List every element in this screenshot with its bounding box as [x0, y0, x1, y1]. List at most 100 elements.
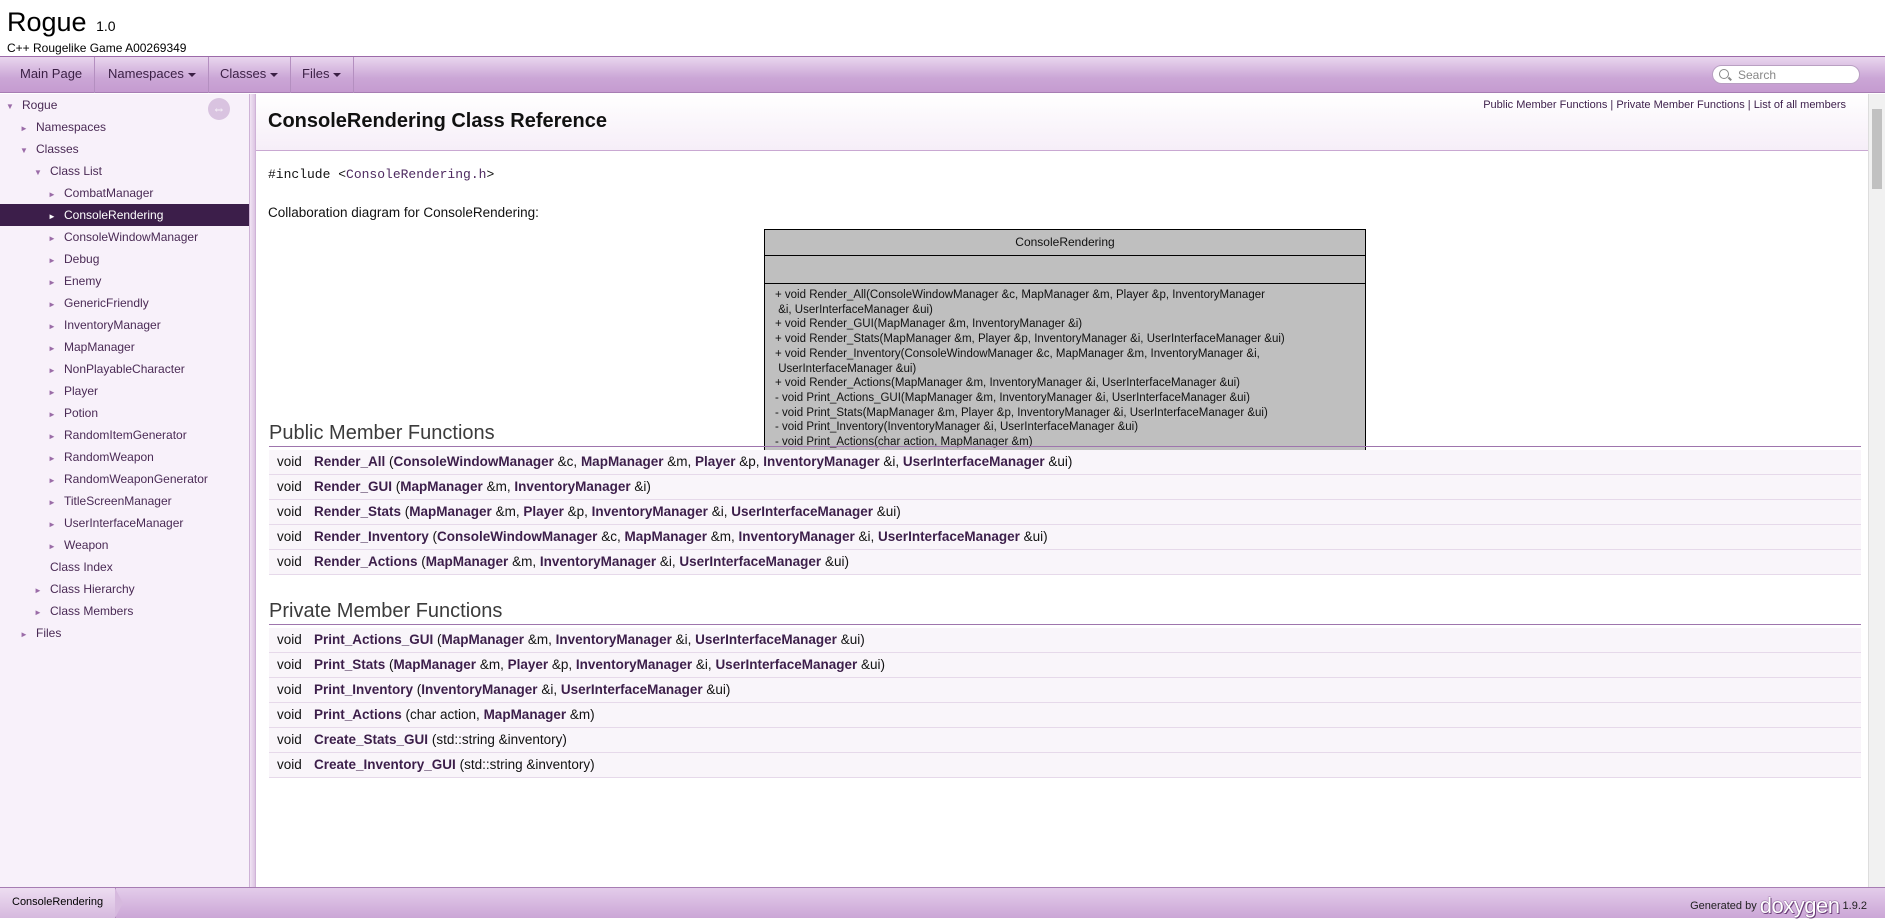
- member-function-link[interactable]: Render_All: [314, 454, 385, 469]
- member-function-link[interactable]: Print_Actions_GUI: [314, 632, 433, 647]
- doxygen-logo[interactable]: doxygen: [1760, 893, 1840, 918]
- collapse-arrow-icon[interactable]: ►: [48, 536, 60, 558]
- collapse-arrow-icon[interactable]: ►: [34, 602, 46, 624]
- collapse-arrow-icon[interactable]: ►: [34, 580, 46, 602]
- collapse-arrow-icon[interactable]: ►: [48, 360, 60, 382]
- collapse-arrow-icon[interactable]: ►: [48, 338, 60, 360]
- type-link[interactable]: MapManager: [624, 529, 707, 544]
- type-link[interactable]: UserInterfaceManager: [695, 632, 837, 647]
- tree-item-debug[interactable]: ► Debug: [0, 248, 249, 272]
- collapse-arrow-icon[interactable]: ►: [48, 492, 60, 514]
- type-link[interactable]: InventoryManager: [556, 632, 672, 647]
- collapse-arrow-icon[interactable]: ►: [20, 118, 32, 140]
- tree-item-mapmanager[interactable]: ► MapManager: [0, 336, 249, 360]
- collapse-arrow-icon[interactable]: ►: [48, 426, 60, 448]
- type-link[interactable]: UserInterfaceManager: [878, 529, 1020, 544]
- tree-item-inventorymanager[interactable]: ► InventoryManager: [0, 314, 249, 338]
- link-list-of-all-members[interactable]: List of all members: [1754, 99, 1846, 111]
- link-public-member-functions[interactable]: Public Member Functions: [1483, 99, 1607, 111]
- tree-item-class-hierarchy[interactable]: ► Class Hierarchy: [0, 578, 249, 602]
- type-link[interactable]: UserInterfaceManager: [561, 682, 703, 697]
- type-link[interactable]: ConsoleWindowManager: [437, 529, 597, 544]
- search-icon[interactable]: [1719, 69, 1729, 79]
- type-link[interactable]: InventoryManager: [592, 504, 708, 519]
- nav-classes[interactable]: Classes: [208, 57, 292, 93]
- type-link[interactable]: MapManager: [400, 479, 483, 494]
- tree-item-weapon[interactable]: ► Weapon: [0, 534, 249, 558]
- tree-item-combatmanager[interactable]: ► CombatManager: [0, 182, 249, 206]
- member-function-link[interactable]: Create_Stats_GUI: [314, 732, 428, 747]
- tree-item-consolewindowmanager[interactable]: ► ConsoleWindowManager: [0, 226, 249, 250]
- scrollbar-thumb[interactable]: [1872, 109, 1882, 189]
- expand-arrow-icon[interactable]: ▼: [20, 140, 32, 162]
- member-function-link[interactable]: Render_GUI: [314, 479, 392, 494]
- type-link[interactable]: MapManager: [426, 554, 509, 569]
- type-link[interactable]: MapManager: [442, 632, 525, 647]
- collapse-arrow-icon[interactable]: ►: [48, 294, 60, 316]
- search-input[interactable]: [1738, 67, 1856, 82]
- tree-item-consolerendering[interactable]: ► ConsoleRendering: [0, 204, 249, 228]
- type-link[interactable]: InventoryManager: [576, 657, 692, 672]
- tree-item-player[interactable]: ► Player: [0, 380, 249, 404]
- type-link[interactable]: Player: [523, 504, 564, 519]
- collapse-arrow-icon[interactable]: ►: [48, 470, 60, 492]
- include-file-link[interactable]: ConsoleRendering.h: [346, 167, 486, 182]
- member-function-link[interactable]: Create_Inventory_GUI: [314, 757, 456, 772]
- type-link[interactable]: InventoryManager: [763, 454, 879, 469]
- collapse-arrow-icon[interactable]: ►: [48, 206, 60, 228]
- link-private-member-functions[interactable]: Private Member Functions: [1616, 99, 1744, 111]
- type-link[interactable]: InventoryManager: [540, 554, 656, 569]
- vertical-scrollbar[interactable]: [1868, 94, 1885, 887]
- type-link[interactable]: InventoryManager: [514, 479, 630, 494]
- member-function-link[interactable]: Print_Inventory: [314, 682, 413, 697]
- collapse-arrow-icon[interactable]: ►: [48, 250, 60, 272]
- collapse-arrow-icon[interactable]: ►: [48, 272, 60, 294]
- tree-item-classes[interactable]: ▼ Classes: [0, 138, 249, 162]
- tree-item-rogue[interactable]: ▼ Rogue: [0, 94, 249, 118]
- type-link[interactable]: Player: [508, 657, 549, 672]
- tree-item-randomweapongenerator[interactable]: ► RandomWeaponGenerator: [0, 468, 249, 492]
- type-link[interactable]: UserInterfaceManager: [731, 504, 873, 519]
- tree-item-randomitemgenerator[interactable]: ► RandomItemGenerator: [0, 424, 249, 448]
- collapse-arrow-icon[interactable]: ►: [48, 184, 60, 206]
- collapse-arrow-icon[interactable]: ►: [48, 514, 60, 536]
- breadcrumb-item[interactable]: ConsoleRendering: [0, 888, 124, 918]
- member-function-link[interactable]: Render_Inventory: [314, 529, 429, 544]
- tree-item-files[interactable]: ► Files: [0, 622, 249, 646]
- tree-item-randomweapon[interactable]: ► RandomWeapon: [0, 446, 249, 470]
- tree-item-namespaces[interactable]: ► Namespaces: [0, 116, 249, 140]
- type-link[interactable]: InventoryManager: [421, 682, 537, 697]
- type-link[interactable]: MapManager: [581, 454, 664, 469]
- type-link[interactable]: InventoryManager: [739, 529, 855, 544]
- type-link[interactable]: Player: [695, 454, 736, 469]
- collapse-arrow-icon[interactable]: ►: [48, 382, 60, 404]
- collapse-arrow-icon[interactable]: ►: [48, 448, 60, 470]
- tree-item-nonplayablecharacter[interactable]: ► NonPlayableCharacter: [0, 358, 249, 382]
- type-link[interactable]: MapManager: [484, 707, 567, 722]
- collapse-arrow-icon[interactable]: ►: [48, 404, 60, 426]
- member-function-link[interactable]: Print_Stats: [314, 657, 385, 672]
- type-link[interactable]: MapManager: [394, 657, 477, 672]
- type-link[interactable]: UserInterfaceManager: [715, 657, 857, 672]
- type-link[interactable]: UserInterfaceManager: [679, 554, 821, 569]
- member-function-link[interactable]: Render_Actions: [314, 554, 418, 569]
- collapse-arrow-icon[interactable]: ►: [20, 624, 32, 646]
- type-link[interactable]: UserInterfaceManager: [903, 454, 1045, 469]
- collapse-arrow-icon[interactable]: ►: [48, 316, 60, 338]
- member-function-link[interactable]: Print_Actions: [314, 707, 402, 722]
- member-function-link[interactable]: Render_Stats: [314, 504, 401, 519]
- expand-arrow-icon[interactable]: ▼: [34, 162, 46, 184]
- tree-item-userinterfacemanager[interactable]: ► UserInterfaceManager: [0, 512, 249, 536]
- type-link[interactable]: ConsoleWindowManager: [394, 454, 554, 469]
- expand-arrow-icon[interactable]: ▼: [6, 96, 18, 118]
- tree-item-enemy[interactable]: ► Enemy: [0, 270, 249, 294]
- tree-item-titlescreenmanager[interactable]: ► TitleScreenManager: [0, 490, 249, 514]
- tree-item-class-members[interactable]: ► Class Members: [0, 600, 249, 624]
- nav-namespaces[interactable]: Namespaces: [96, 57, 209, 93]
- tree-item-potion[interactable]: ► Potion: [0, 402, 249, 426]
- tree-item-class-list[interactable]: ▼ Class List: [0, 160, 249, 184]
- search-box[interactable]: [1712, 65, 1860, 84]
- tree-item-genericfriendly[interactable]: ► GenericFriendly: [0, 292, 249, 316]
- collapse-arrow-icon[interactable]: ►: [48, 228, 60, 250]
- type-link[interactable]: MapManager: [409, 504, 492, 519]
